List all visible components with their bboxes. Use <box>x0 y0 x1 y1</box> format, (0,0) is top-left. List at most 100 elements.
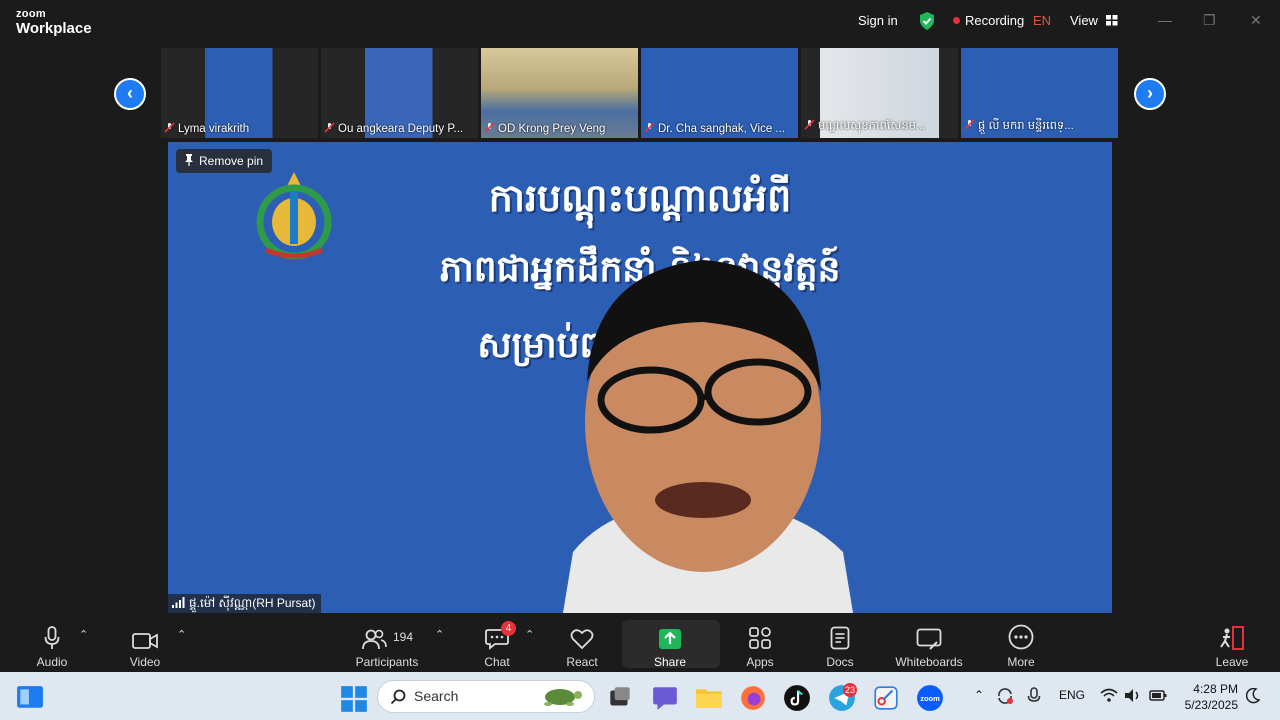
leave-button[interactable]: Leave <box>1207 620 1257 677</box>
video-button[interactable]: Video <box>115 620 175 677</box>
share-button[interactable]: Share <box>640 620 700 677</box>
gallery-prev-button[interactable]: ‹ <box>114 78 146 110</box>
sync-status-icon[interactable] <box>996 687 1014 705</box>
turtle-bing-icon <box>544 689 582 706</box>
search-placeholder: Search <box>414 688 459 704</box>
heart-react-icon <box>570 629 594 650</box>
muted-mic-icon <box>484 122 495 133</box>
windows-start-icon[interactable] <box>340 685 368 713</box>
language-interpretation-button[interactable]: EN <box>1033 13 1051 28</box>
remove-pin-label: Remove pin <box>199 154 264 168</box>
participant-tile-3[interactable]: OD Krong Prey Veng <box>481 48 638 138</box>
speaker-person-image <box>563 260 853 613</box>
chevron-left-icon: ‹ <box>127 83 133 103</box>
muted-mic-icon <box>644 122 655 133</box>
docs-icon <box>830 626 850 650</box>
recording-indicator[interactable]: Recording <box>953 13 1024 28</box>
participant-name-text: Dr. Cha sanghak, Vice ... <box>658 123 785 135</box>
close-window-icon[interactable]: ✕ <box>1250 12 1262 29</box>
file-explorer-icon[interactable] <box>695 684 723 712</box>
clock[interactable]: 4:28 PM 5/23/2025 <box>1176 681 1238 713</box>
zoom-app-icon[interactable]: zoom <box>916 684 944 712</box>
participant-name: ផ្គួ លី មករា មន្ទីរពេទ្... <box>964 118 1115 135</box>
react-button[interactable]: React <box>556 620 608 677</box>
leave-label: Leave <box>1215 655 1249 669</box>
tiktok-icon[interactable] <box>783 684 811 712</box>
active-speaker-video[interactable]: ការបណ្តុះបណ្តាលអំពី ភាពជាអ្នកដឹកនាំ និងន… <box>168 142 1112 613</box>
participant-tile-4[interactable]: Dr. Cha sanghak, Vice ... <box>641 48 798 138</box>
apps-button[interactable]: Apps <box>735 620 785 677</box>
participant-tile-6[interactable]: ផ្គួ លី មករា មន្ទីរពេទ្... <box>961 48 1118 138</box>
audio-button[interactable]: Audio <box>22 620 82 677</box>
snipping-tool-icon[interactable] <box>872 684 900 712</box>
participant-tile-5[interactable]: មណ្ឌលសុខភាពសែនម... <box>801 48 958 138</box>
participant-name-text: មណ្ឌលសុខភាពសែនម... <box>818 120 926 132</box>
apps-label: Apps <box>746 655 774 669</box>
video-options-caret-icon[interactable]: ⌃ <box>177 628 186 641</box>
participant-name-text: OD Krong Prey Veng <box>498 123 606 135</box>
teams-chat-icon[interactable] <box>651 684 679 712</box>
share-label: Share <box>653 655 687 669</box>
more-button[interactable]: More <box>996 620 1046 677</box>
video-label: Video <box>129 655 161 669</box>
participant-name-text: Lyma virakrith <box>178 123 250 135</box>
apps-grid-icon <box>749 627 771 649</box>
volume-icon[interactable] <box>1124 688 1142 703</box>
participant-tile-2[interactable]: Ou angkeara Deputy P... <box>321 48 478 138</box>
participants-options-caret-icon[interactable]: ⌃ <box>435 628 444 641</box>
hidden-icons-chevron-icon[interactable]: ⌃ <box>974 688 984 702</box>
gallery-next-button[interactable]: › <box>1134 78 1166 110</box>
participant-count: 194 <box>392 630 414 644</box>
muted-mic-icon <box>324 122 335 133</box>
minimize-icon[interactable]: — <box>1158 12 1172 28</box>
participant-tile-1[interactable]: Lyma virakrith <box>161 48 318 138</box>
firefox-icon[interactable] <box>739 684 767 712</box>
more-ellipsis-icon <box>1008 624 1034 650</box>
slide-title-line-1: ការបណ្តុះបណ្តាលអំពី <box>488 176 792 220</box>
whiteboards-button[interactable]: Whiteboards <box>888 620 970 677</box>
clock-time: 4:28 PM <box>1193 682 1238 696</box>
remove-pin-button[interactable]: Remove pin <box>176 149 273 173</box>
microphone-icon <box>44 626 60 649</box>
security-shield-icon[interactable] <box>918 11 936 31</box>
telegram-unread-badge: 23 <box>843 683 857 697</box>
windows-taskbar <box>0 672 1280 720</box>
participants-button[interactable]: 194 Participants <box>349 620 425 677</box>
record-dot-icon <box>953 17 960 24</box>
taskbar-search-box[interactable]: Search <box>377 680 595 713</box>
leave-door-icon <box>1220 626 1244 650</box>
logo-zoom: zoom <box>16 8 46 20</box>
chevron-right-icon: › <box>1147 83 1153 103</box>
participants-icon <box>362 629 387 650</box>
input-language[interactable]: ENG <box>1059 688 1085 702</box>
clock-date: 5/23/2025 <box>1184 698 1238 712</box>
notifications-moon-icon[interactable] <box>1246 688 1260 704</box>
participants-label: Participants <box>355 655 419 669</box>
share-screen-icon <box>659 629 681 649</box>
chat-options-caret-icon[interactable]: ⌃ <box>525 628 534 641</box>
widgets-icon[interactable] <box>16 684 44 712</box>
view-label: View <box>1070 13 1098 28</box>
sign-in-link[interactable]: Sign in <box>858 13 898 28</box>
docs-button[interactable]: Docs <box>815 620 865 677</box>
docs-label: Docs <box>826 655 854 669</box>
view-button[interactable]: View <box>1070 13 1118 28</box>
whiteboard-icon <box>916 628 942 650</box>
wifi-icon[interactable] <box>1100 688 1118 703</box>
battery-icon[interactable] <box>1149 688 1167 703</box>
svg-text:zoom: zoom <box>920 694 940 703</box>
chat-label: Chat <box>484 655 510 669</box>
video-camera-icon <box>132 633 158 649</box>
maximize-icon[interactable]: ❐ <box>1203 12 1216 29</box>
microphone-tray-icon[interactable] <box>1027 687 1041 705</box>
audio-options-caret-icon[interactable]: ⌃ <box>79 628 88 641</box>
task-view-icon[interactable] <box>606 684 634 712</box>
participant-name: Dr. Cha sanghak, Vice ... <box>644 122 795 135</box>
participant-name: Ou angkeara Deputy P... <box>324 122 475 135</box>
more-label: More <box>1007 655 1035 669</box>
participant-name: មណ្ឌលសុខភាពសែនម... <box>804 118 955 135</box>
muted-mic-icon <box>964 119 975 130</box>
participant-name-text: ផ្គួ លី មករា មន្ទីរពេទ្... <box>978 120 1074 132</box>
chat-unread-badge: 4 <box>501 621 516 636</box>
active-speaker-name: ផ្គួ.ម៉ៅ ស៊ីវណ្ណា(RH Pursat) <box>168 594 321 613</box>
